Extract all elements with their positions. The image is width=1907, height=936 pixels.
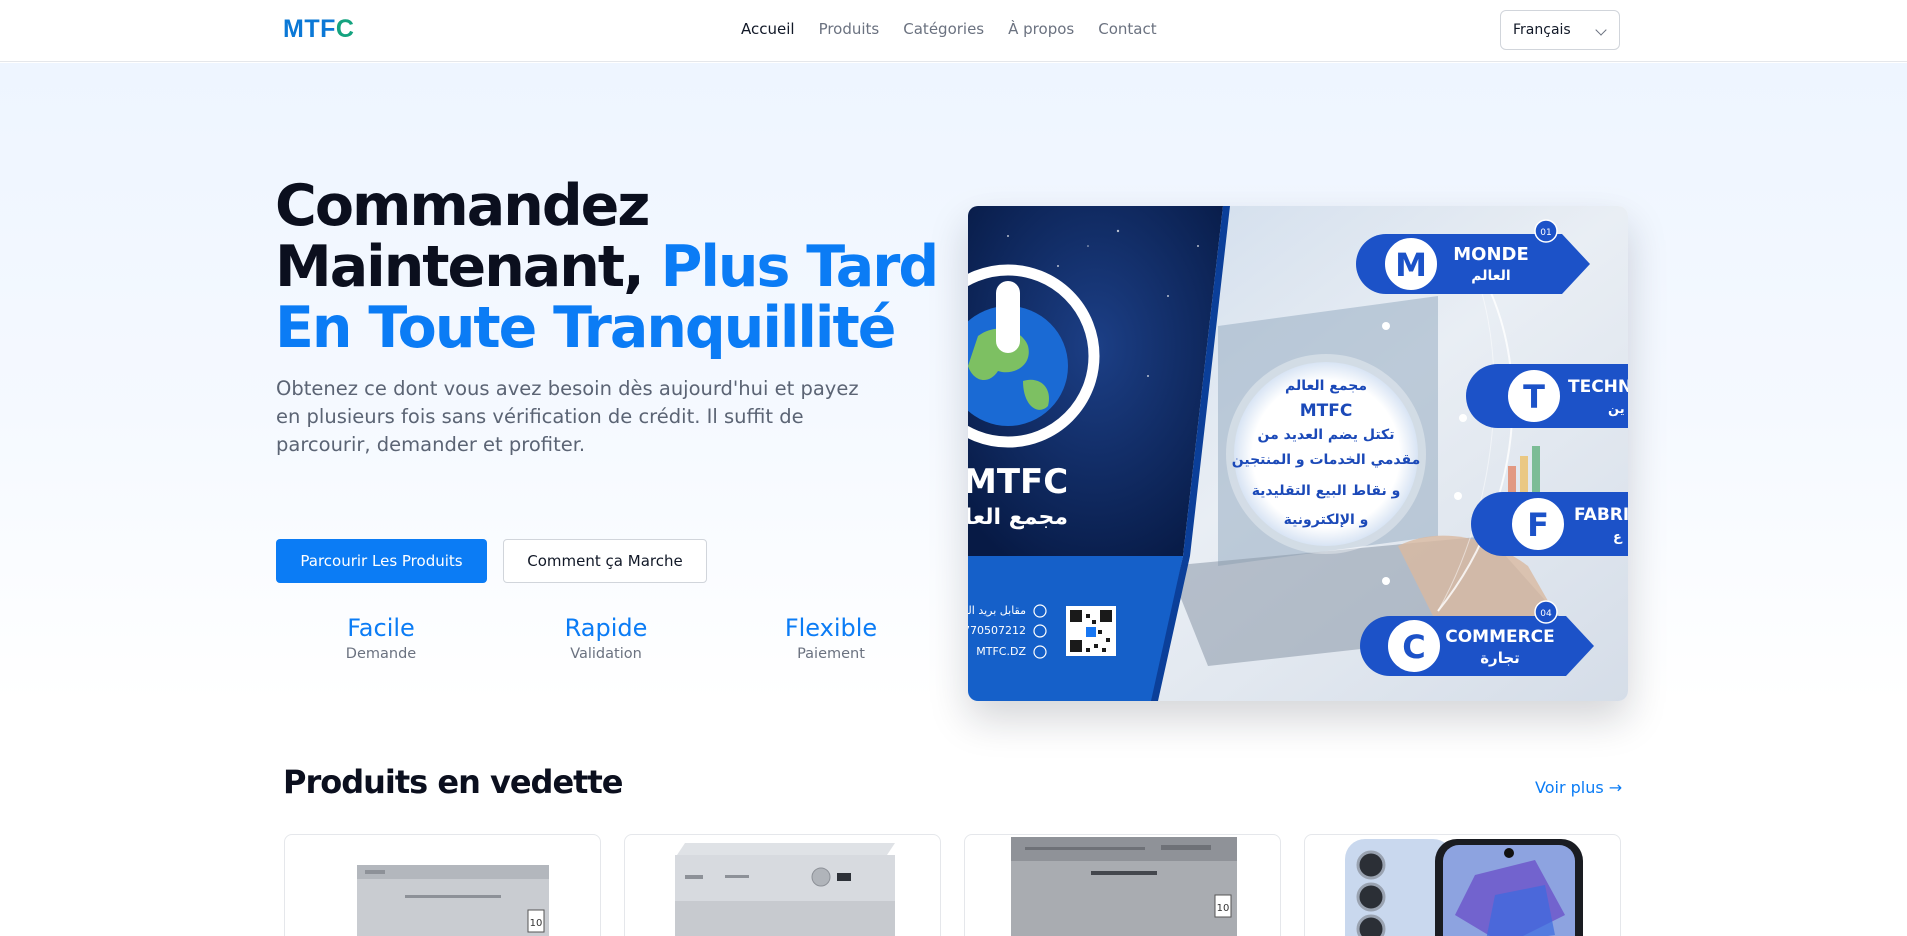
dishwasher-steel-icon: 10 — [1011, 837, 1237, 936]
language-select[interactable]: Français — [1500, 10, 1620, 50]
nav-link-contact[interactable]: Contact — [1098, 20, 1156, 38]
hero-title-line2: Maintenant, — [275, 234, 661, 300]
banner-center-line-1: مجمع العالم — [1285, 378, 1367, 394]
banner-center-line-3: تكتل يضم العديد من — [1258, 427, 1395, 443]
banner-arabic-name: مجمع العالم — [968, 505, 1068, 530]
banner-brand: MTFC — [968, 462, 1068, 502]
svg-text:10: 10 — [530, 918, 543, 929]
logo-main: MTF — [283, 15, 336, 43]
banner-contact-site: MTFC.DZ — [976, 645, 1026, 658]
nav-link-categories[interactable]: Catégories — [903, 20, 984, 38]
dishwasher-bosch-icon — [675, 843, 895, 936]
stat-flexible: Flexible Paiement — [726, 614, 936, 662]
language-select-value: Français — [1513, 22, 1571, 38]
hero-description: Obtenez ce dont vous avez besoin dès auj… — [276, 377, 859, 456]
pillar-subtitle: العالم — [1471, 268, 1510, 284]
product-card[interactable] — [624, 834, 941, 936]
pillar-letter: F — [1527, 506, 1549, 544]
pillar-t: T TECHN ين — [1466, 364, 1628, 428]
top-navbar: MTFC Accueil Produits Catégories À propo… — [0, 0, 1907, 62]
smartphone-icon — [1345, 839, 1583, 936]
pillar-badge: 04 — [1540, 609, 1552, 619]
pillar-f: F FABRI ع — [1471, 492, 1628, 556]
nav-link-produits[interactable]: Produits — [819, 20, 880, 38]
stat-value: Flexible — [784, 614, 878, 642]
stat-value: Facile — [347, 614, 415, 642]
site-logo[interactable]: MTFC — [283, 15, 354, 44]
stat-label: Validation — [570, 646, 642, 662]
hero-title-line1: Commandez — [275, 173, 650, 239]
see-more-link[interactable]: Voir plus → — [1535, 778, 1622, 797]
product-card[interactable]: 10 — [964, 834, 1281, 936]
pillar-badge: 01 — [1540, 228, 1551, 238]
stat-label: Demande — [345, 646, 417, 662]
hero-title-line3: En Toute Tranquillité — [275, 295, 896, 361]
product-card[interactable] — [1304, 834, 1621, 936]
stat-rapide: Rapide Validation — [501, 614, 711, 662]
svg-text:10: 10 — [1217, 903, 1230, 914]
hero-title-highlight: Plus Tard — [660, 234, 940, 300]
pillar-subtitle: ين — [1608, 402, 1625, 417]
banner-contact-address: مقابل بريد البلدية — [968, 604, 1026, 617]
dishwasher-lg-icon: 10 — [357, 865, 549, 936]
pillar-title: MONDE — [1453, 244, 1529, 265]
pillar-letter: C — [1402, 628, 1425, 666]
hero-banner-image: MTFC مجمع العالم مقابل بريد البلدية 0770… — [968, 206, 1628, 701]
product-card[interactable]: 10 — [284, 834, 601, 936]
banner-center-line-6: و الإلكترونية — [1284, 512, 1369, 528]
logo-accent: C — [335, 15, 355, 43]
chevron-down-icon — [1595, 24, 1607, 36]
browse-products-button[interactable]: Parcourir Les Produits — [276, 539, 487, 583]
nav-link-a-propos[interactable]: À propos — [1008, 20, 1074, 38]
featured-section-title: Produits en vedette — [283, 763, 623, 801]
pillar-subtitle: تجارة — [1480, 649, 1520, 667]
hero-title: Commandez Maintenant, Plus Tard En Toute… — [275, 176, 955, 359]
main-menu: Accueil Produits Catégories À propos Con… — [741, 20, 1157, 38]
banner-center-line-5: و نقاط البيع التقليدية — [1252, 483, 1401, 499]
banner-center-line-4: مقدمي الخدمات و المنتجين — [1232, 452, 1421, 468]
banner-center-line-2: MTFC — [1300, 401, 1353, 421]
pillar-title: TECHN — [1568, 377, 1628, 397]
pillar-subtitle: ع — [1613, 530, 1623, 545]
nav-link-accueil[interactable]: Accueil — [741, 20, 795, 38]
banner-contact-phone: 0770507212 — [968, 624, 1026, 637]
pillar-title: FABRI — [1574, 505, 1628, 525]
pillar-letter: T — [1523, 378, 1545, 416]
pillar-title: COMMERCE — [1445, 627, 1555, 647]
stat-value: Rapide — [564, 614, 648, 642]
qr-code-icon — [1066, 606, 1116, 656]
stat-facile: Facile Demande — [276, 614, 486, 662]
hero-section: Commandez Maintenant, Plus Tard En Toute… — [0, 63, 1907, 703]
pillar-letter: M — [1395, 246, 1427, 284]
how-it-works-button[interactable]: Comment ça Marche — [503, 539, 707, 583]
stat-label: Paiement — [797, 646, 865, 662]
